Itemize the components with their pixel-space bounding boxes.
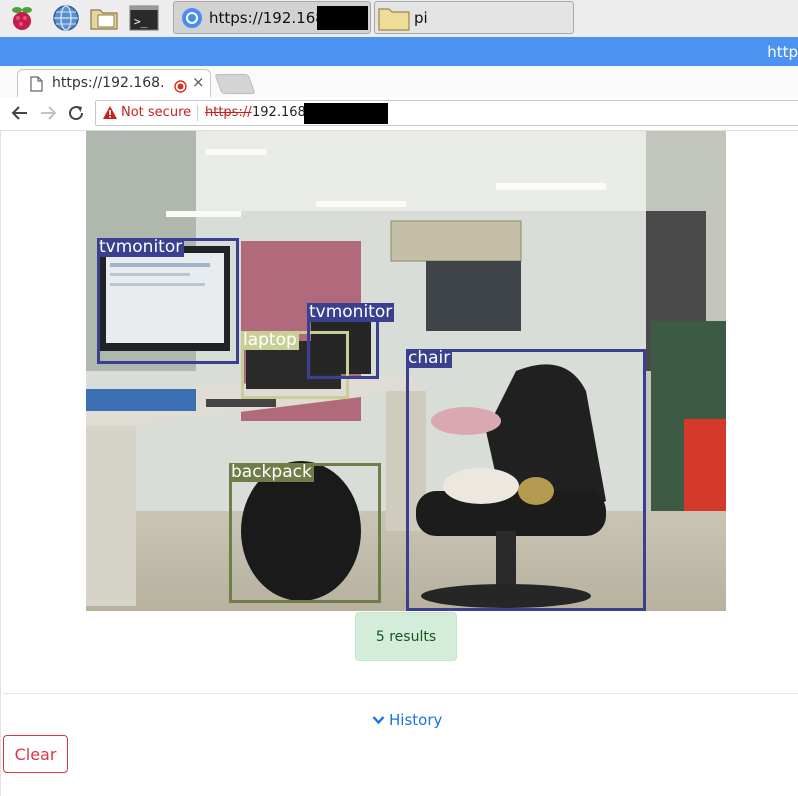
window-titlebar[interactable]: http (0, 37, 798, 66)
task-file-manager[interactable]: pi (374, 1, 574, 34)
detection-box-chair: chair (406, 349, 646, 611)
redaction-bar (317, 6, 368, 30)
url-host: 192.168. (252, 105, 310, 120)
reload-button[interactable] (65, 102, 87, 124)
detection-label: chair (406, 348, 453, 368)
page-icon (30, 76, 43, 96)
detection-label: backpack (229, 462, 314, 482)
terminal-icon[interactable]: >_ (129, 4, 159, 32)
tab-title: https://192.168. (52, 75, 165, 91)
clear-button[interactable]: Clear (3, 735, 68, 773)
redaction-bar (304, 103, 388, 124)
section-divider (3, 693, 798, 694)
web-browser-icon[interactable] (51, 4, 81, 32)
url-scheme: https:// (205, 105, 252, 120)
page-content: tvmonitor laptop tvmonitor chair backpac… (0, 131, 798, 796)
arrow-right-icon (41, 106, 57, 120)
forward-button[interactable] (37, 102, 59, 124)
task-browser-label: https://192.168. (209, 8, 330, 27)
chevron-down-icon (372, 716, 385, 725)
warning-icon (102, 105, 118, 124)
detection-image: tvmonitor laptop tvmonitor chair backpac… (86, 131, 726, 611)
detection-label: tvmonitor (97, 237, 185, 257)
file-manager-icon[interactable] (89, 4, 119, 32)
window-title: http (767, 43, 798, 61)
raspberry-menu-icon[interactable] (7, 4, 37, 32)
detection-box-tvmonitor-2: tvmonitor (307, 303, 395, 379)
address-bar[interactable]: Not secure https:// 192.168. (95, 100, 798, 126)
detection-box-tvmonitor-1: tvmonitor (97, 238, 239, 364)
history-label: History (389, 711, 443, 729)
url-separator (197, 105, 198, 121)
reload-icon (69, 106, 84, 121)
recording-icon (174, 78, 187, 97)
folder-icon (378, 5, 410, 31)
detection-label: laptop (241, 330, 299, 350)
taskbar: >_ https://192.168. pi (0, 0, 798, 38)
terminal-prompt-glyph: >_ (134, 15, 148, 28)
task-pi-label: pi (414, 8, 428, 27)
security-status[interactable]: Not secure (121, 105, 191, 120)
history-toggle[interactable]: History (372, 711, 442, 729)
results-count-badge: 5 results (355, 612, 457, 661)
browser-toolbar: Not secure https:// 192.168. (0, 97, 798, 131)
tab-close-button[interactable]: × (192, 73, 205, 91)
back-button[interactable] (9, 102, 31, 124)
tab-strip: https://192.168. × (0, 66, 798, 98)
chromium-icon (181, 7, 203, 29)
browser-tab[interactable]: https://192.168. × (17, 69, 211, 98)
detection-label: tvmonitor (307, 302, 395, 322)
detection-box-backpack: backpack (229, 463, 381, 603)
arrow-left-icon (11, 106, 27, 120)
new-tab-button[interactable] (214, 74, 256, 94)
